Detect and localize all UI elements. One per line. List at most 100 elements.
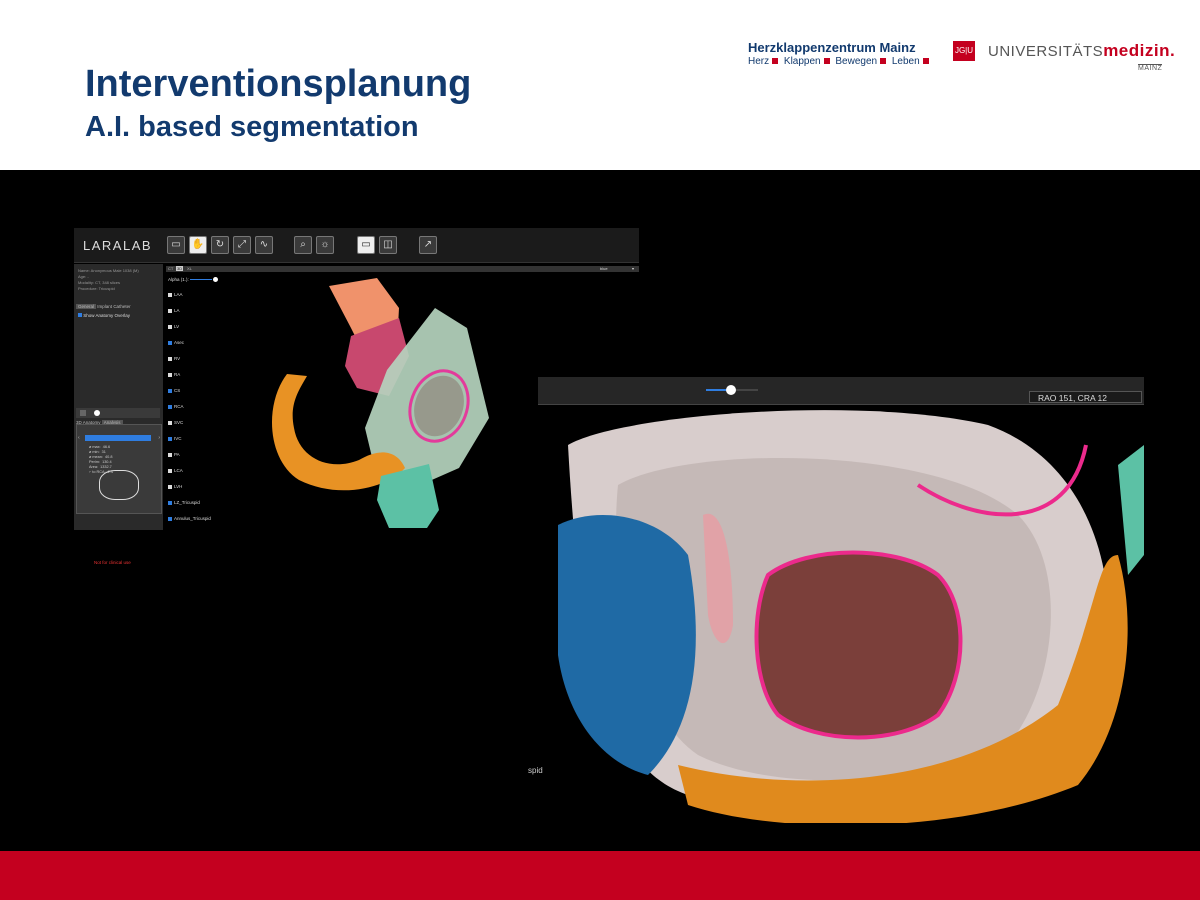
annulus-shape-icon <box>99 470 139 500</box>
logo-prefix: UNIVERSITÄTS <box>988 43 1104 60</box>
view-tab-bar: CT 3D XL blue ▾ <box>166 266 639 272</box>
layer-label: LAA <box>174 292 183 297</box>
logo-city: MAINZ <box>1138 64 1163 72</box>
checkbox-icon[interactable] <box>78 313 82 317</box>
layer-checkbox[interactable] <box>168 500 172 505</box>
chevron-right-icon[interactable]: › <box>158 435 160 441</box>
layer-checkbox[interactable] <box>168 308 172 313</box>
layer-checkbox[interactable] <box>168 404 172 409</box>
curve-icon[interactable]: ∿ <box>255 236 273 254</box>
layer-item[interactable]: PA <box>168 452 180 457</box>
single-view-icon[interactable]: ▭ <box>357 236 375 254</box>
alpha-label: Alpha (1.): <box>168 277 189 282</box>
color-select[interactable]: blue <box>600 266 608 271</box>
zoom-icon[interactable]: ⌕ <box>294 236 312 254</box>
hand-icon[interactable]: ✋ <box>189 236 207 254</box>
layer-checkbox[interactable] <box>168 372 172 377</box>
layer-item[interactable]: Asec <box>168 340 184 345</box>
layer-checkbox[interactable] <box>168 420 172 425</box>
red-square-icon <box>772 58 779 65</box>
layer-item[interactable]: CS <box>168 388 180 393</box>
red-square-icon <box>880 58 887 65</box>
red-square-icon <box>823 58 830 65</box>
layer-label: CS <box>174 388 181 393</box>
layer-label: PA <box>174 452 180 457</box>
settings-subtabs: General Implant Catheter <box>76 304 131 309</box>
analysis-selected-row[interactable] <box>85 435 151 441</box>
layer-item[interactable]: RCA <box>168 404 184 409</box>
app-brand: LARALAB <box>83 238 153 253</box>
layer-item[interactable]: SVC <box>168 420 183 425</box>
layer-label: SVC <box>174 420 184 425</box>
layer-item[interactable]: RV <box>168 356 180 361</box>
layer-checkbox[interactable] <box>168 436 172 441</box>
layer-item[interactable]: LAA <box>168 292 183 297</box>
split-view-icon[interactable]: ◫ <box>379 236 397 254</box>
tab-3d[interactable]: 3D <box>176 266 184 271</box>
layer-item[interactable]: LV <box>168 324 179 329</box>
layer-item[interactable]: RA <box>168 372 180 377</box>
tagline-word: Bewegen <box>835 56 878 67</box>
slide-title: Interventionsplanung <box>85 63 472 105</box>
left-sidebar: Name: Anonymous Male 1038 (M) Age: - Mod… <box>74 264 163 565</box>
laralab-window-zoomed: RAO 151, CRA 12 <box>538 377 1144 823</box>
layer-item[interactable]: LVH <box>168 484 182 489</box>
layer-checkbox[interactable] <box>168 356 172 361</box>
slide-header: Interventionsplanung A.I. based segmenta… <box>0 0 1200 170</box>
tab-ct[interactable]: CT <box>168 266 173 271</box>
chevron-left-icon[interactable]: ‹ <box>78 435 80 441</box>
export-icon[interactable]: ↗ <box>419 236 437 254</box>
anatomy-overlay-option[interactable]: Show Anatomy Overlay <box>78 313 130 318</box>
clinical-warning: Not for clinical use <box>94 560 131 565</box>
zoom-slider-knob[interactable] <box>726 385 736 395</box>
alpha-control: Alpha (1.): <box>168 277 219 283</box>
layer-item[interactable]: LCA <box>168 468 183 473</box>
tricuspid-closeup-render[interactable] <box>538 405 1144 823</box>
herzklappenzentrum-tagline: Herz Klappen Bewegen Leben <box>748 56 932 67</box>
tab-general[interactable]: General <box>76 304 97 309</box>
square-toggle-icon[interactable] <box>80 410 86 416</box>
layer-checkbox[interactable] <box>168 484 172 489</box>
tab-catheter[interactable]: Catheter <box>113 304 130 309</box>
patient-info: Name: Anonymous Male 1038 (M) Age: - Mod… <box>78 268 139 292</box>
folder-icon[interactable]: ▭ <box>167 236 185 254</box>
partial-layer-label: spid <box>528 766 543 775</box>
brightness-icon[interactable]: ☼ <box>316 236 334 254</box>
app-toolbar: LARALAB ▭ ✋ ↻ ⤢ ∿ ⌕ ☼ ▭ ◫ ↗ <box>74 228 639 263</box>
layer-checkbox[interactable] <box>168 388 172 393</box>
layer-checkbox[interactable] <box>168 292 172 297</box>
tab-implant[interactable]: Implant <box>97 304 112 309</box>
layer-label: RV <box>174 356 181 361</box>
slide-subtitle: A.I. based segmentation <box>85 111 419 143</box>
alpha-slider-track[interactable] <box>190 279 213 281</box>
layer-item[interactable]: LZ_Tricuspid <box>168 500 200 505</box>
herzklappenzentrum-logo-name: Herzklappenzentrum Mainz <box>748 40 916 55</box>
layer-label: LZ_Tricuspid <box>174 500 200 505</box>
tab-xl[interactable]: XL <box>187 266 192 271</box>
logo-suffix: medizin. <box>1103 41 1176 60</box>
layer-label: IVC <box>174 436 182 441</box>
red-square-icon <box>922 58 929 65</box>
layer-label: Annulus_Tricuspid <box>174 516 211 521</box>
layer-item[interactable]: LA <box>168 308 180 313</box>
overlay-option-label: Show Anatomy Overlay <box>83 313 131 318</box>
layer-item[interactable]: IVC <box>168 436 182 441</box>
view-angle-readout: RAO 151, CRA 12 <box>1029 391 1142 403</box>
annulus-interior <box>756 552 961 738</box>
layer-label: LVH <box>174 484 183 489</box>
alpha-slider-knob[interactable] <box>213 277 219 283</box>
layer-item[interactable]: Annulus_Tricuspid <box>168 516 211 521</box>
layer-checkbox[interactable] <box>168 324 172 329</box>
layer-checkbox[interactable] <box>168 468 172 473</box>
view-control-bar: RAO 151, CRA 12 <box>538 377 1144 405</box>
chevron-down-icon[interactable]: ▾ <box>632 266 634 271</box>
layer-checkbox[interactable] <box>168 516 172 521</box>
layer-checkbox[interactable] <box>168 340 172 345</box>
measure-icon[interactable]: ⤢ <box>233 236 251 254</box>
layer-checkbox[interactable] <box>168 452 172 457</box>
layer-label: RCA <box>174 404 184 409</box>
circle-toggle-icon[interactable] <box>94 410 100 416</box>
layer-label: LA <box>174 308 180 313</box>
tagline-word: Leben <box>891 56 920 67</box>
rotate-icon[interactable]: ↻ <box>211 236 229 254</box>
